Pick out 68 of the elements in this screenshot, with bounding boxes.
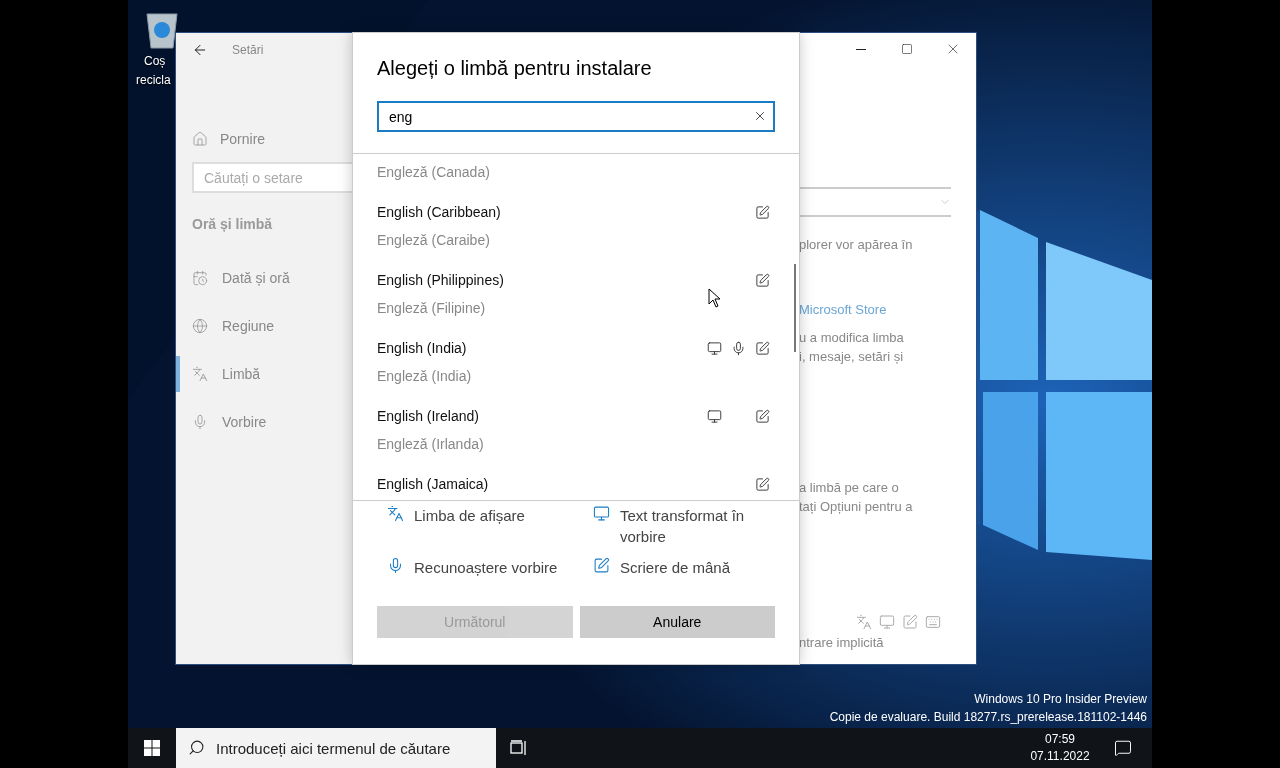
- language-search-field[interactable]: eng: [377, 101, 775, 132]
- description-text: i, mesaje, setări și: [799, 348, 905, 366]
- icon-label: recicla: [136, 73, 171, 88]
- notification-icon: [1114, 739, 1132, 757]
- time-text: 07:59: [1045, 731, 1075, 748]
- microphone-icon: [387, 557, 404, 574]
- legend-text: Text transformat în vorbire: [620, 506, 746, 547]
- description-text: tați Opțiuni pentru a: [799, 498, 914, 516]
- clear-icon[interactable]: [753, 109, 767, 123]
- home-icon: [192, 131, 208, 147]
- language-translation: Engleză (Irlanda): [377, 435, 485, 454]
- language-translation: Engleză (India): [377, 367, 473, 386]
- monitor-icon: [706, 340, 722, 356]
- language-translation: Engleză (Filipine): [377, 299, 487, 318]
- monitor-icon: [706, 408, 722, 424]
- language-name: English (Caribbean): [377, 203, 502, 222]
- language-item[interactable]: English (India) Engleză (India): [353, 334, 799, 402]
- window-title: Setări: [232, 42, 264, 57]
- pen-icon: [593, 557, 610, 574]
- monitor-icon: [879, 614, 895, 630]
- taskbar-search-field[interactable]: Introduceți aici termenul de căutare: [176, 728, 496, 768]
- language-item[interactable]: English (Philippines) Engleză (Filipine): [353, 266, 799, 334]
- language-item[interactable]: English (Ireland) Engleză (Irlanda): [353, 402, 799, 470]
- language-name: English (Philippines): [377, 271, 505, 290]
- description-text: u a modifica limba: [799, 329, 905, 347]
- pen-icon: [754, 340, 770, 356]
- pen-icon: [902, 614, 918, 630]
- globe-icon: [192, 318, 208, 334]
- monitor-icon: [593, 505, 610, 522]
- scrollbar-thumb[interactable]: [794, 264, 796, 352]
- description-text: plorer vor apărea în: [799, 236, 914, 254]
- watermark-text: Windows 10 Pro Insider Preview: [974, 691, 1147, 708]
- calendar-icon: [192, 270, 208, 286]
- language-name: English (Jamaica): [377, 475, 490, 494]
- language-icon: [192, 366, 208, 382]
- language-item[interactable]: English (Caribbean) Engleză (Caraibe): [353, 198, 799, 266]
- description-text: ntrare implicită: [799, 634, 885, 652]
- microphone-icon: [730, 340, 746, 356]
- windows-icon: [144, 740, 160, 756]
- language-name: English (Ireland): [377, 407, 480, 426]
- language-name: English (India): [377, 339, 468, 358]
- date-text: 07.11.2022: [1030, 748, 1090, 765]
- legend-text: Recunoaștere vorbire: [414, 558, 558, 578]
- watermark-text: Copie de evaluare. Build 18277.rs_prerelease.181102-1446: [829, 709, 1147, 726]
- maximize-icon: [901, 43, 913, 55]
- section-heading: Oră și limbă: [192, 216, 274, 232]
- legend-text: Limba de afișare: [414, 506, 525, 526]
- description-text: a limbă pe care o: [799, 479, 900, 497]
- language-translation: Engleză (Canada): [377, 163, 491, 182]
- cursor-icon: [708, 288, 722, 308]
- dialog-button[interactable]: Anulare: [579, 606, 775, 638]
- pen-icon: [754, 476, 770, 492]
- pen-icon: [754, 272, 770, 288]
- language-item[interactable]: English (Jamaica): [353, 470, 799, 500]
- legend-text: Scriere de mână: [620, 558, 731, 578]
- dialog-title: Alegeți o limbă pentru instalare: [377, 56, 653, 81]
- clock[interactable]: 07:59 07.11.2022: [1020, 728, 1100, 768]
- language-icon: [387, 505, 404, 522]
- icon-label: Coș: [144, 54, 166, 69]
- language-icon: [856, 614, 872, 630]
- language-translation: Engleză (Caraibe): [377, 231, 491, 250]
- task-view-icon: [510, 740, 528, 756]
- microphone-icon: [192, 414, 208, 430]
- minimize-icon: [856, 48, 866, 50]
- keyboard-icon: [925, 614, 941, 630]
- pen-icon: [754, 204, 770, 220]
- pen-icon: [754, 408, 770, 424]
- search-icon: [188, 739, 205, 756]
